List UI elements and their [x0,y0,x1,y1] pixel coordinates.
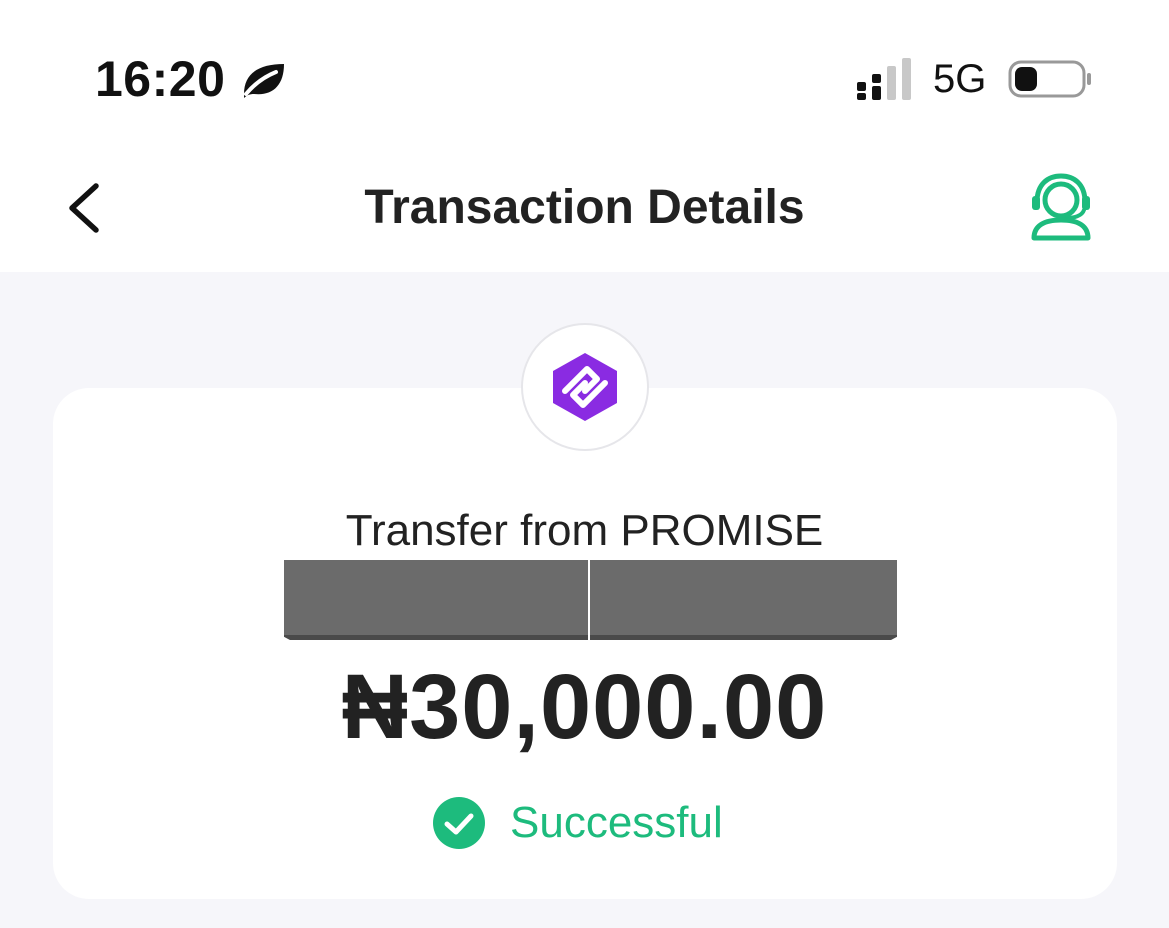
page-title: Transaction Details [364,181,805,234]
transaction-amount: ₦30,000.00 [341,656,828,758]
customer-support-icon [1031,173,1091,241]
network-type-label: 5G [933,57,987,101]
transaction-status: Successful [432,795,723,851]
app-logo-icon [553,353,617,421]
check-circle-icon [433,797,485,849]
transfer-source-label: Transfer from PROMISE [345,506,824,555]
customer-support-button[interactable] [1028,172,1094,242]
signal-strength-icon [857,58,911,100]
battery-icon [1008,60,1091,98]
status-time: 16:20 [95,51,226,107]
status-text: Successful [510,798,723,847]
redacted-area [590,560,897,640]
redacted-area [284,560,588,640]
app-logo [521,323,649,451]
leaf-icon [244,64,284,98]
